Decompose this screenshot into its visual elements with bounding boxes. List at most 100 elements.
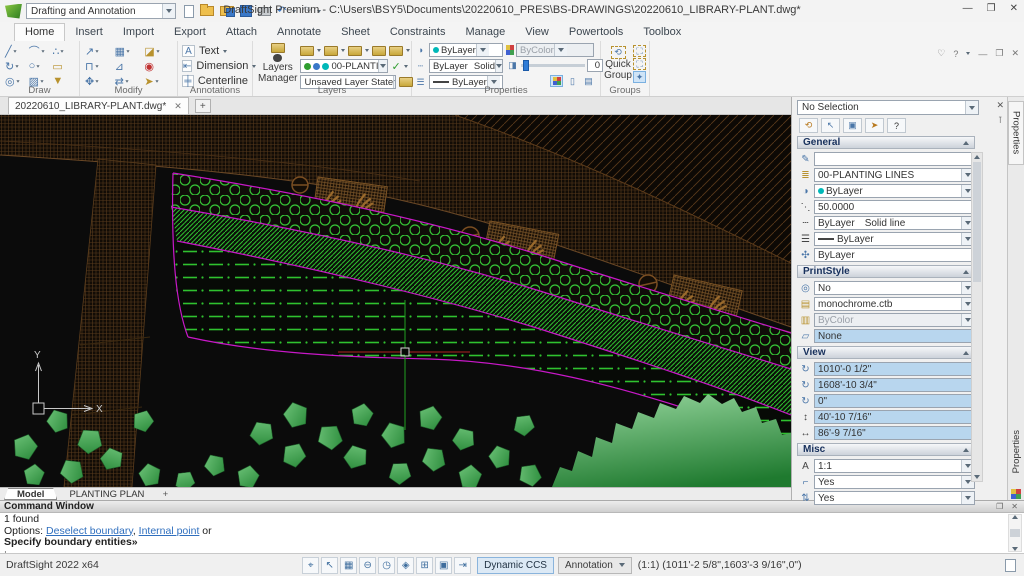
text-button[interactable]: A Text (182, 44, 248, 58)
tab-annotate[interactable]: Annotate (267, 24, 331, 41)
line-weight-select[interactable]: ByLayer (814, 232, 975, 246)
layer-tool-3-icon[interactable] (348, 46, 362, 56)
scroll-thumb[interactable] (973, 162, 981, 282)
chevron-down-icon[interactable] (495, 60, 502, 72)
view-center-z-field[interactable]: 0" (814, 394, 975, 408)
line-color-select[interactable]: ByLayer (814, 184, 975, 198)
tab-home[interactable]: Home (14, 23, 65, 41)
selection-filter-select[interactable]: No Selection (797, 100, 979, 115)
line-scale-field[interactable]: 50.0000 (814, 200, 975, 214)
sheet-options-icon[interactable] (1005, 559, 1016, 572)
section-printstyle[interactable]: PrintStyle (797, 265, 975, 278)
scroll-down-icon[interactable] (974, 475, 980, 479)
chevron-down-icon[interactable] (554, 44, 567, 56)
redo-button[interactable]: ↷ (302, 6, 311, 17)
selection-cursor-icon[interactable]: ↖ (321, 557, 338, 574)
scroll-thumb[interactable] (1010, 529, 1020, 537)
annotation-scale-select[interactable]: 1:1 (814, 459, 975, 473)
esnap-toggle-icon[interactable]: ◈ (397, 557, 414, 574)
rectangle-tool[interactable]: ▭ (52, 59, 74, 73)
close-icon[interactable]: ✕ (1011, 502, 1018, 511)
slider-thumb[interactable] (523, 60, 529, 71)
tab-insert[interactable]: Insert (65, 24, 113, 41)
view-center-y-field[interactable]: 1608'-10 3/4" (814, 378, 975, 392)
mirror-tool[interactable]: ⊿ (115, 59, 143, 73)
section-misc[interactable]: Misc (797, 443, 975, 456)
quick-group-button[interactable]: ⟲ Quick Group (603, 43, 633, 84)
tab-manage[interactable]: Manage (455, 24, 515, 41)
ungroup-icon[interactable]: ⛶ (633, 58, 646, 70)
close-icon[interactable]: ✕ (174, 101, 182, 112)
edit-group-icon[interactable]: ✦ (633, 71, 646, 83)
chevron-down-icon[interactable] (961, 492, 974, 504)
grid-toggle-icon[interactable]: ▦ (340, 557, 357, 574)
polyline-tool[interactable]: ⌒ (29, 44, 51, 58)
transparency-slider[interactable] (521, 64, 585, 67)
ccs-origin-select[interactable]: Yes (814, 491, 975, 505)
deselect-boundary-link[interactable]: Deselect boundary (46, 525, 133, 537)
help-icon[interactable]: ? (887, 118, 906, 133)
select-entities-icon[interactable]: ⟲ (799, 118, 818, 133)
mini-restore-icon[interactable]: ❐ (995, 48, 1003, 59)
line-color-select[interactable]: ByLayer (429, 43, 503, 57)
tab-constraints[interactable]: Constraints (380, 24, 456, 41)
tab-import[interactable]: Import (113, 24, 164, 41)
command-scrollbar[interactable] (1008, 514, 1022, 552)
printstyle-none-field[interactable]: None (814, 329, 975, 343)
help-icon[interactable]: ? (953, 49, 958, 59)
restore-button[interactable]: ❐ (987, 3, 996, 14)
snap-toggle-icon[interactable]: ⌖ (302, 557, 319, 574)
new-document-tab-button[interactable]: + (195, 99, 211, 113)
dimension-button[interactable]: ⇤ Dimension (182, 59, 248, 73)
print-style-field[interactable]: ByLayer (814, 248, 975, 262)
tab-export[interactable]: Export (164, 24, 216, 41)
close-icon[interactable]: ✕ (996, 100, 1004, 111)
active-layer-select[interactable]: 00-PLANTI (300, 59, 388, 73)
mini-close-icon[interactable]: ✕ (1011, 48, 1019, 59)
pattern-tool[interactable]: ▦ (115, 44, 143, 58)
select-cursor-icon[interactable]: ↖ (821, 118, 840, 133)
layers-manager-button[interactable]: Layers Manager (255, 43, 300, 84)
ribbon-collapse-icon[interactable] (966, 52, 970, 55)
section-general[interactable]: General (797, 136, 975, 149)
undo-button[interactable]: ↶ (277, 6, 286, 17)
group-icon[interactable]: ⛶ (633, 45, 646, 57)
scroll-down-icon[interactable] (1012, 547, 1018, 551)
properties-autohide-tab[interactable]: Properties (1008, 101, 1024, 165)
chevron-down-icon[interactable] (162, 4, 175, 18)
feedback-heart-icon[interactable]: ♡ (937, 48, 945, 59)
open-file-icon[interactable] (200, 6, 214, 16)
document-tab[interactable]: 20220610_LIBRARY-PLANT.dwg* ✕ (8, 97, 189, 114)
add-sheet-button[interactable]: + (156, 488, 174, 500)
chevron-down-icon[interactable] (378, 60, 387, 72)
lineweight-toggle-icon[interactable]: ▣ (435, 557, 452, 574)
palette-options-icon[interactable] (1011, 489, 1021, 499)
tab-attach[interactable]: Attach (216, 24, 267, 41)
layer-tool-5-icon[interactable] (389, 46, 403, 56)
layer-apply-check-icon[interactable]: ✓ (391, 60, 400, 73)
tab-powertools[interactable]: Powertools (559, 24, 633, 41)
line-style-select[interactable]: ByLayer Solid line (814, 216, 975, 230)
ortho-toggle-icon[interactable]: ⊖ (359, 557, 376, 574)
close-button[interactable]: ✕ (1010, 3, 1018, 14)
scroll-up-icon[interactable] (974, 155, 980, 159)
annotation-scale-select[interactable]: Annotation (558, 557, 632, 574)
layer-tool-1-icon[interactable] (300, 46, 314, 56)
chevron-down-icon[interactable] (476, 44, 489, 56)
workspace-select[interactable]: Drafting and Annotation (26, 3, 176, 19)
layer-tool-2-icon[interactable] (324, 46, 338, 56)
palette-scrollbar[interactable] (971, 152, 983, 482)
properties-palette-title[interactable]: Properties (1008, 417, 1024, 487)
line-style-select[interactable]: ByLayer Solid (429, 59, 503, 73)
point-tool[interactable]: ∴ (52, 44, 74, 58)
dynamic-ccs-button[interactable]: Dynamic CCS (477, 557, 554, 574)
ccs-toggle-icon[interactable]: ⇥ (454, 557, 471, 574)
ellipse-tool[interactable]: ○ (29, 59, 51, 73)
view-width-field[interactable]: 86'-9 7/16" (814, 426, 975, 440)
move-tool[interactable]: ↗ (85, 44, 113, 58)
arc-tool[interactable]: ↻ (5, 59, 27, 73)
etrack-toggle-icon[interactable]: ⊞ (416, 557, 433, 574)
sheet-tab-model[interactable]: Model (4, 488, 57, 500)
print-select[interactable]: No (814, 281, 975, 295)
tab-view[interactable]: View (515, 24, 559, 41)
